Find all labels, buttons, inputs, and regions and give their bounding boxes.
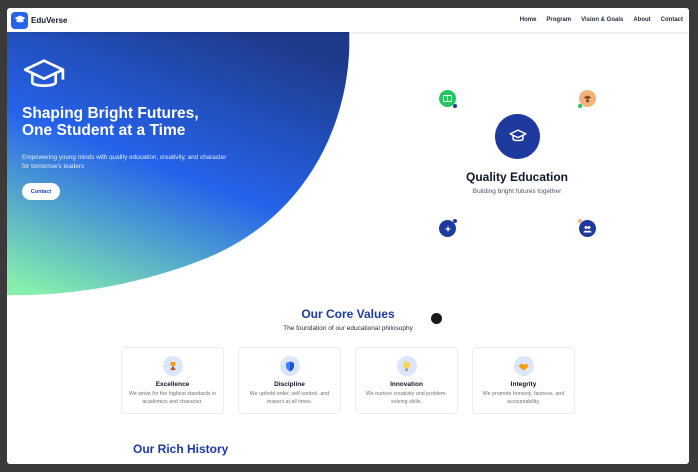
cursor-dot xyxy=(431,313,442,324)
student-icon xyxy=(578,90,596,108)
value-card-innovation: Innovation We nurture creativity and pro… xyxy=(355,347,458,414)
core-values-title: Our Core Values xyxy=(301,307,395,321)
nav-program[interactable]: Program xyxy=(546,17,571,23)
value-card-desc: We nurture creativity and problem-solvin… xyxy=(365,391,448,405)
nav-links: Home Program Vision & Goals About Contac… xyxy=(520,17,683,23)
graduation-cap-icon xyxy=(23,59,65,88)
value-card-integrity: Integrity We promote honesty, fairness, … xyxy=(472,347,575,414)
core-values-cards: Excellence We strive for the highest sta… xyxy=(121,347,575,414)
contact-button[interactable]: Contact xyxy=(22,183,60,200)
nav-vision-goals[interactable]: Vision & Goals xyxy=(581,17,623,23)
value-card-discipline: Discipline We uphold order, self-control… xyxy=(238,347,341,414)
quality-subtitle: Building bright futures together xyxy=(472,188,562,195)
brand[interactable]: EduVerse xyxy=(11,11,68,29)
value-card-title: Discipline xyxy=(274,381,305,388)
nav-contact[interactable]: Contact xyxy=(661,17,683,23)
history-title: Our Rich History xyxy=(133,442,229,456)
handshake-icon xyxy=(513,356,534,376)
hero-title: Shaping Bright Futures, One Student at a… xyxy=(22,105,282,139)
group-icon xyxy=(578,219,596,237)
navbar: EduVerse Home Program Vision & Goals Abo… xyxy=(7,8,689,32)
value-card-excellence: Excellence We strive for the highest sta… xyxy=(121,347,224,414)
value-card-desc: We uphold order, self-control, and respe… xyxy=(249,391,330,405)
sparkle-icon xyxy=(439,219,457,237)
hero-title-line-2: One Student at a Time xyxy=(22,122,186,139)
quality-title: Quality Education xyxy=(465,170,568,184)
hero-title-line-1: Shaping Bright Futures, xyxy=(22,105,199,122)
value-card-desc: We promote honesty, fairness, and accoun… xyxy=(482,391,565,405)
graduation-cap-icon xyxy=(11,11,28,29)
value-card-title: Excellence xyxy=(155,381,190,388)
hero-subtitle: Empowering young minds with quality educ… xyxy=(22,154,227,170)
graduation-cap-icon xyxy=(495,114,540,159)
hero-content: Shaping Bright Futures, One Student at a… xyxy=(22,58,282,200)
value-card-title: Integrity xyxy=(510,381,537,388)
nav-home[interactable]: Home xyxy=(520,17,537,23)
lightbulb-icon xyxy=(396,356,417,376)
trophy-icon xyxy=(162,356,183,376)
book-icon xyxy=(439,90,457,108)
nav-about[interactable]: About xyxy=(633,17,650,23)
browser-viewport: EduVerse Home Program Vision & Goals Abo… xyxy=(7,8,689,464)
brand-name: EduVerse xyxy=(31,15,68,25)
core-values-subtitle: The foundation of our educational philos… xyxy=(283,325,413,332)
value-card-desc: We strive for the highest standards in a… xyxy=(128,391,217,405)
shield-icon xyxy=(279,356,300,376)
value-card-title: Innovation xyxy=(390,381,423,388)
